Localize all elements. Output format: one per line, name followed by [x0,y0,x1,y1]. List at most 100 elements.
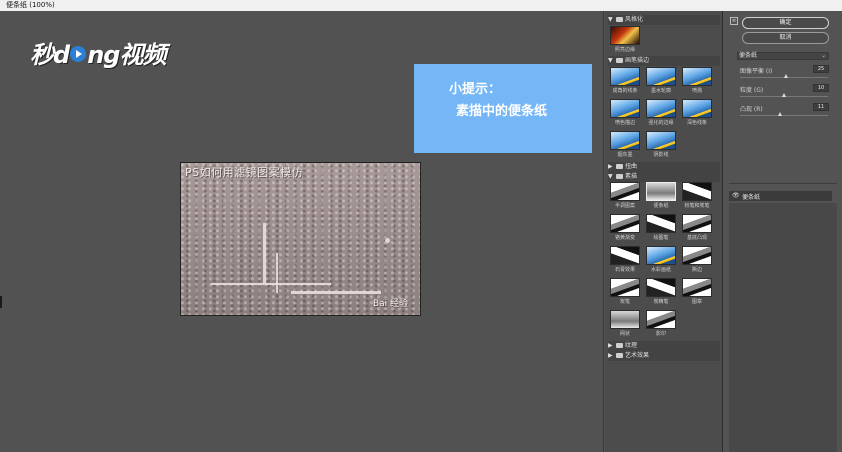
category-artistic[interactable]: ▶ 艺术效果 [608,351,649,360]
thumb-brush-8[interactable] [646,131,676,150]
thumb-label: 便条纸 [653,203,669,209]
thumb-label: 照亮边缘 [614,47,635,53]
collapse-gallery-icon[interactable]: ≡ [730,17,738,25]
effect-layer-row[interactable]: 👁 便条纸 [729,191,832,201]
thumb-sketch-10[interactable] [610,278,640,297]
category-label: 素描 [625,173,638,180]
texture-stroke [291,291,381,294]
thumb-label: 图章 [691,299,702,305]
slider-track-relief[interactable] [740,115,828,116]
filter-settings-panel: ≡ 确定 取消 便条纸 ⌄ 图像平衡 (I) 25 粒度 (G) 10 凸现 (R… [724,11,842,452]
logo-text-pre: 秒 [30,41,54,69]
thumb-label: 水彩画纸 [650,267,671,273]
folder-icon [616,343,623,348]
thumb-glowing-edges[interactable] [610,26,640,45]
window-title: 便条纸 (100%) [0,0,842,11]
chevron-down-icon: ⌄ [820,52,826,59]
panel-divider [729,183,837,184]
preview-watermark: Bai 经验 [372,299,408,309]
collapse-arrow-icon: ▶ [608,163,613,170]
texture-stroke [385,238,390,243]
folder-icon [616,17,623,22]
thumb-label: 铬黄渐变 [614,235,635,241]
watermark-logo: 秒d ng视频 [30,38,170,72]
filter-gallery: ▼ 风格化 照亮边缘 ▼ 画笔描边 成角的线条 墨水轮廓 喷溅 喷色描边 强化的边缘… [605,11,723,452]
tip-body: 素描中的便条纸 [456,104,548,119]
thumb-sketch-7[interactable] [610,246,640,265]
thumb-label: 绘图笔 [653,235,669,241]
category-label: 画笔描边 [625,57,650,64]
slider-thumb-balance[interactable] [783,74,788,78]
thumb-sketch-1[interactable] [610,182,640,201]
thumb-brush-4[interactable] [610,99,640,118]
thumb-brush-5[interactable] [646,99,676,118]
texture-stroke [211,283,331,285]
thumb-sketch-3[interactable] [682,182,712,201]
category-brush-strokes[interactable]: ▼ 画笔描边 [608,56,649,65]
thumb-sketch-12[interactable] [682,278,712,297]
thumb-label: 影印 [655,331,666,337]
thumb-sketch-13[interactable] [610,310,640,329]
thumb-brush-1[interactable] [610,67,640,86]
expand-arrow-icon: ▼ [608,173,613,180]
scroll-marker [0,296,2,308]
preview-caption: PS如何用滤镜图案模仿 [185,166,304,179]
thumb-sketch-6[interactable] [682,214,712,233]
thumb-label: 半调图案 [614,203,635,209]
category-label: 风格化 [625,16,644,23]
collapse-arrow-icon: ▶ [608,342,613,349]
param-value-relief[interactable]: 11 [813,103,829,111]
param-value-graininess[interactable]: 10 [813,84,829,92]
preview-workspace[interactable]: 秒d ng视频 小提示： 素描中的便条纸 PS如何用滤镜图案模仿 Bai 经验 [0,11,604,452]
filter-select[interactable]: 便条纸 ⌄ [737,52,829,60]
thumb-label: 基底凸现 [686,235,707,241]
play-icon [70,46,87,62]
category-texture[interactable]: ▶ 纹理 [608,341,637,350]
thumb-brush-6[interactable] [682,99,712,118]
thumb-sketch-8[interactable] [646,246,676,265]
thumb-sketch-5[interactable] [646,214,676,233]
thumb-label: 网状 [619,331,630,337]
slider-thumb-graininess[interactable] [782,93,786,97]
eye-icon[interactable]: 👁 [732,192,740,199]
param-label-balance: 图像平衡 (I) [740,68,773,75]
filter-select-value: 便条纸 [739,52,758,59]
thumb-label: 喷色描边 [614,120,635,126]
category-label: 扭曲 [625,163,638,170]
thumb-sketch-11[interactable] [646,278,676,297]
folder-icon [616,353,623,358]
thumb-brush-3[interactable] [682,67,712,86]
logo-text-post: ng视频 [87,41,166,69]
thumb-sketch-9[interactable] [682,246,712,265]
category-sketch[interactable]: ▼ 素描 [608,172,637,181]
thumb-label: 成角的线条 [612,88,638,94]
param-label-graininess: 粒度 (G) [740,87,764,94]
texture-stroke [263,223,266,283]
folder-icon [616,58,623,63]
filter-preview-image: PS如何用滤镜图案模仿 Bai 经验 [180,162,421,316]
collapse-arrow-icon: ▶ [608,352,613,359]
thumb-sketch-4[interactable] [610,214,640,233]
param-value-balance[interactable]: 25 [813,65,829,73]
thumb-brush-2[interactable] [646,67,676,86]
category-label: 纹理 [625,342,638,349]
thumb-brush-7[interactable] [610,131,640,150]
thumb-label: 撕边 [691,267,702,273]
logo-text-mid: d [53,41,70,69]
slider-thumb-relief[interactable] [777,112,782,116]
thumb-note-paper-selected[interactable] [646,182,676,201]
ok-button[interactable]: 确定 [742,17,829,29]
cancel-button[interactable]: 取消 [742,32,829,44]
thumb-label: 炭精笔 [653,299,669,305]
folder-icon [616,164,623,169]
expand-arrow-icon: ▼ [608,57,613,64]
thumb-sketch-14[interactable] [646,310,676,329]
category-distort[interactable]: ▶ 扭曲 [608,162,637,171]
thumb-label: 炭笔 [619,299,630,305]
thumb-label: 阴影线 [653,152,669,158]
effect-layer-name: 便条纸 [742,194,761,201]
thumb-label: 墨水轮廓 [650,88,671,94]
effect-layers-list [729,203,837,452]
folder-icon [616,174,623,179]
category-stylize[interactable]: ▼ 风格化 [608,15,643,24]
